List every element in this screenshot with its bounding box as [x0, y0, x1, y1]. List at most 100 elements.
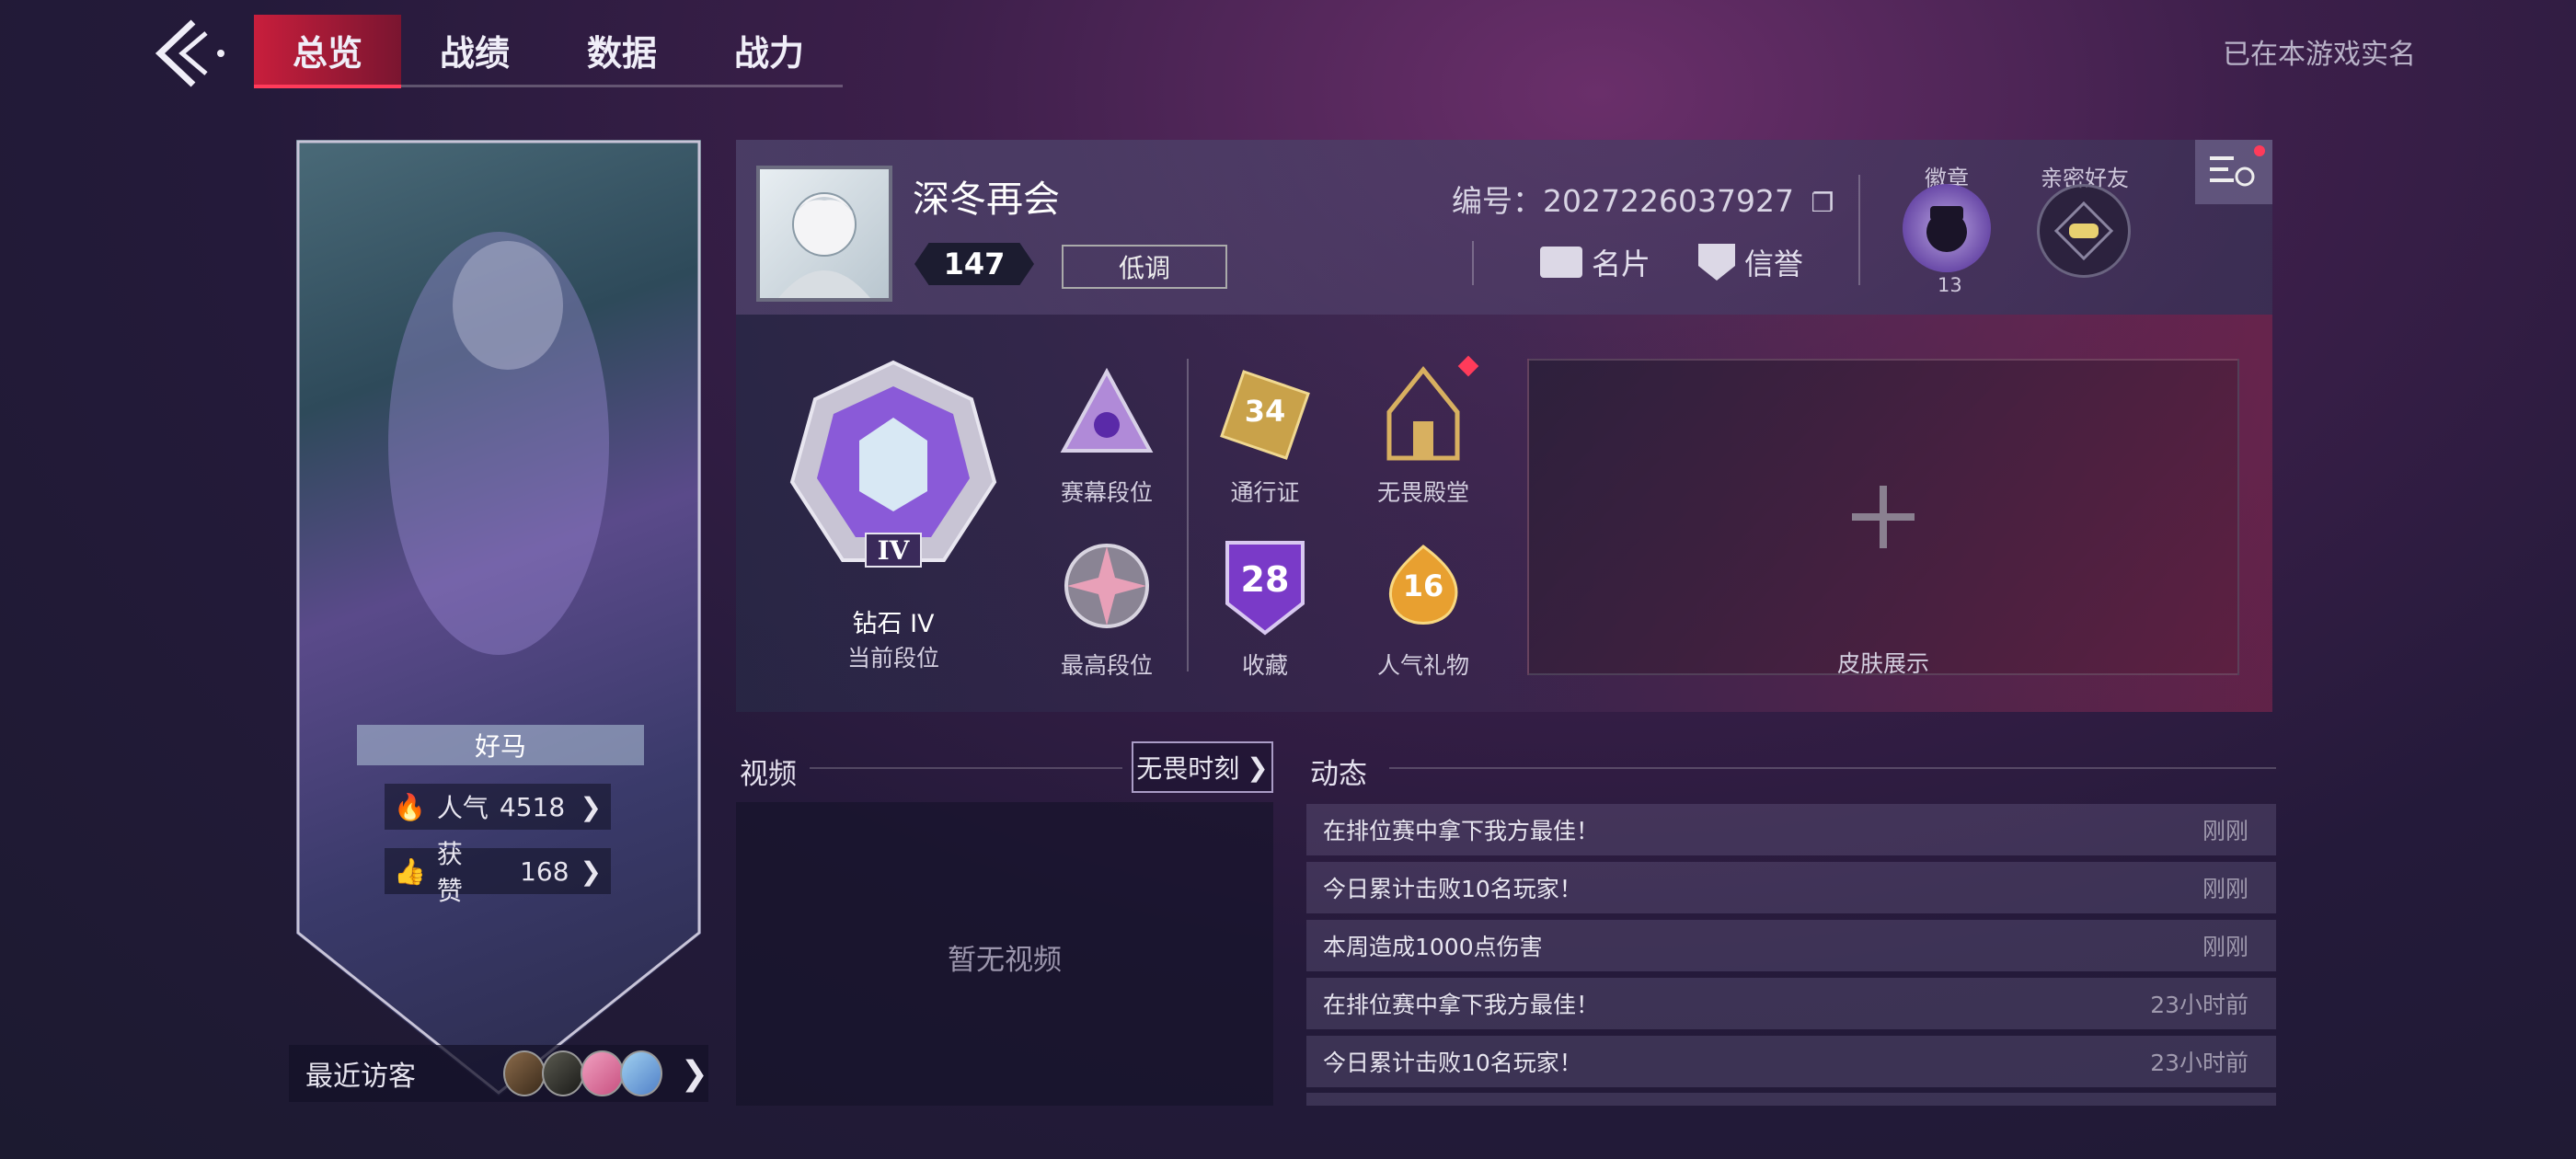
- feed-section-title: 动态: [1310, 758, 1367, 791]
- divider: [1389, 767, 2276, 769]
- handshake-icon: [2053, 201, 2114, 261]
- shield-icon: [1698, 244, 1735, 281]
- likes-row[interactable]: 👍 获赞 168 ❯: [385, 839, 611, 906]
- tab-power[interactable]: 战力: [696, 15, 843, 85]
- chevron-right-icon: ❯: [580, 855, 602, 887]
- temple-icon: [1386, 366, 1460, 461]
- current-tier: 钻石 IV: [852, 610, 935, 638]
- badge-emblem-icon: [1926, 206, 1967, 252]
- badge-count: 13: [1938, 274, 1962, 296]
- popularity-row[interactable]: 🔥 人气 4518 ❯: [385, 784, 611, 830]
- lowkey-button[interactable]: 低调: [1062, 245, 1227, 289]
- tab-overview[interactable]: 总览: [254, 15, 401, 88]
- collection-label: 收藏: [1241, 652, 1288, 679]
- rank-numeral: IV: [878, 535, 911, 566]
- hero-card[interactable]: 好马 🔥 人气 4518 ❯ 👍 获赞 168 ❯: [296, 140, 701, 1096]
- gift-label: 人气礼物: [1376, 652, 1469, 679]
- video-section-title: 视频: [740, 758, 797, 791]
- feed-time: 23小时前: [2150, 1050, 2248, 1076]
- nav-tabs: 总览 战绩 数据 战力: [254, 15, 843, 88]
- collection-count: 28: [1240, 559, 1290, 600]
- divider: [1472, 241, 1474, 285]
- feed-text: 今日累计击败10名玩家！: [1323, 876, 1582, 902]
- recent-visitors[interactable]: 最近访客 ❯: [289, 1045, 708, 1102]
- season-rank-emblem[interactable]: [1058, 366, 1156, 464]
- plus-icon[interactable]: [1837, 471, 1929, 563]
- feed-item[interactable]: 在排位赛中拿下我方最佳！ 23小时前: [1306, 978, 2276, 1029]
- no-video-text: 暂无视频: [948, 944, 1062, 977]
- list-settings-icon: [2210, 145, 2265, 187]
- feed-time: 刚刚: [2202, 818, 2248, 844]
- copy-icon[interactable]: ❐: [1811, 188, 1834, 218]
- feed-text: 在排位赛中拿下我方最佳！: [1323, 992, 1600, 1018]
- feed-item[interactable]: 今日累计击败10名玩家！ 23小时前: [1306, 1036, 2276, 1087]
- feed-text: 在排位赛中拿下我方最佳！: [1323, 818, 1600, 844]
- gift-count: 16: [1402, 568, 1444, 603]
- fearless-moments-label: 无畏时刻: [1136, 753, 1240, 784]
- hero-frame-border: [296, 140, 701, 1095]
- star-rank-icon: [1064, 544, 1149, 628]
- feed-item[interactable]: 本周造成1000点伤害 刚刚: [1306, 920, 2276, 971]
- realname-status: 已在本游戏实名: [2223, 39, 2416, 71]
- feed-scroll-hint: [1306, 1093, 2276, 1106]
- player-name: 深冬再会: [913, 178, 1060, 221]
- likes-value: 168: [520, 855, 569, 887]
- collection-emblem[interactable]: 28: [1216, 537, 1314, 638]
- divider: [1187, 359, 1189, 671]
- current-rank-label: 当前段位: [846, 645, 939, 671]
- name-card-button[interactable]: 名片: [1540, 241, 1650, 283]
- gift-emblem[interactable]: 16: [1374, 537, 1472, 638]
- hall-emblem[interactable]: [1374, 366, 1472, 464]
- chevron-right-icon: ❯: [1247, 752, 1269, 783]
- close-friend-slot[interactable]: [2037, 184, 2131, 278]
- visitor-avatar[interactable]: [541, 1050, 585, 1096]
- reputation-label: 信誉: [1744, 247, 1804, 281]
- player-id-text: 编号：2027226037927: [1452, 183, 1794, 219]
- settings-menu-button[interactable]: [2195, 140, 2272, 204]
- chevron-right-icon[interactable]: ❯: [681, 1055, 708, 1093]
- feed-time: 刚刚: [2202, 876, 2248, 902]
- pass-label: 通行证: [1230, 479, 1300, 506]
- feed-time: 刚刚: [2202, 934, 2248, 960]
- visitors-label: 最近访客: [305, 1061, 416, 1093]
- tab-data[interactable]: 数据: [548, 15, 696, 85]
- fearless-moments-button[interactable]: 无畏时刻 ❯: [1132, 741, 1273, 793]
- feed-item[interactable]: 在排位赛中拿下我方最佳！ 刚刚: [1306, 804, 2276, 855]
- season-rank-label: 赛幕段位: [1060, 479, 1153, 506]
- name-card-label: 名片: [1592, 247, 1651, 281]
- feed-item[interactable]: 今日累计击败10名玩家！ 刚刚: [1306, 862, 2276, 913]
- feed-time: 23小时前: [2150, 992, 2248, 1018]
- divider: [1858, 175, 1860, 285]
- id-card-icon: [1540, 247, 1582, 278]
- pass-emblem[interactable]: 34: [1216, 366, 1314, 464]
- current-rank-emblem[interactable]: IV: [778, 353, 1008, 583]
- feed-text: 本周造成1000点伤害: [1323, 934, 1543, 960]
- triangle-rank-icon: [1060, 367, 1154, 453]
- fire-icon: 🔥: [394, 791, 426, 822]
- back-button[interactable]: [147, 17, 230, 90]
- skin-showcase[interactable]: 皮肤展示: [1527, 359, 2239, 677]
- reputation-button[interactable]: 信誉: [1698, 241, 1803, 283]
- pass-level: 34: [1244, 394, 1286, 429]
- player-id: 编号：2027226037927 ❐: [1452, 177, 1834, 221]
- hero-nickname: 好马: [357, 725, 644, 765]
- visitor-avatar[interactable]: [619, 1050, 662, 1096]
- highest-rank-label: 最高段位: [1060, 652, 1153, 679]
- skin-showcase-label: 皮肤展示: [1836, 650, 1929, 677]
- player-avatar[interactable]: [756, 166, 892, 302]
- popularity-value: 4518: [499, 791, 566, 822]
- badge-medal[interactable]: [1903, 184, 1991, 272]
- chevron-right-icon: ❯: [580, 791, 602, 822]
- popularity-label: 人气: [436, 793, 489, 823]
- diamond-rank-icon: IV: [789, 360, 997, 568]
- player-level: 147: [914, 243, 1034, 285]
- tab-record[interactable]: 战绩: [401, 15, 548, 85]
- back-arrow-icon: [155, 19, 224, 87]
- thumbs-up-icon: 👍: [394, 855, 426, 887]
- visitor-avatar[interactable]: [581, 1050, 624, 1096]
- feed-text: 今日累计击败10名玩家！: [1323, 1050, 1582, 1076]
- visitor-avatar[interactable]: [502, 1050, 546, 1096]
- hall-label: 无畏殿堂: [1376, 479, 1469, 506]
- avatar-portrait: [778, 192, 870, 298]
- highest-rank-emblem[interactable]: [1058, 537, 1156, 635]
